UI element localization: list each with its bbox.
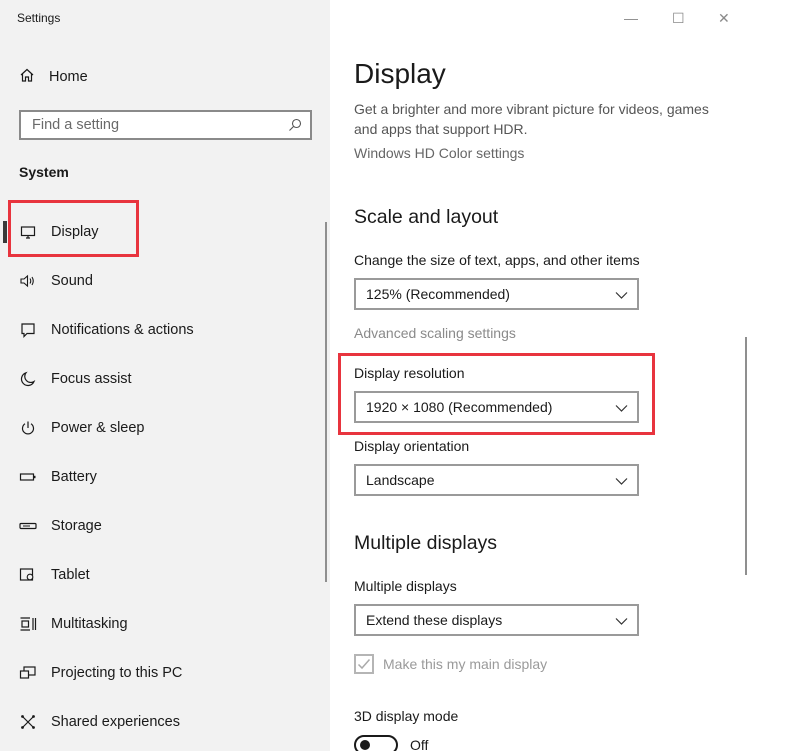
scale-value: 125% (Recommended) bbox=[366, 286, 510, 302]
multiple-displays-dropdown[interactable]: Extend these displays bbox=[354, 604, 639, 636]
chevron-down-icon bbox=[615, 288, 628, 304]
sidebar-item-label: Focus assist bbox=[51, 370, 132, 387]
sidebar-item-label: Multitasking bbox=[51, 615, 128, 632]
search-box[interactable] bbox=[19, 110, 312, 140]
sidebar-item-shared-experiences[interactable]: Shared experiences bbox=[0, 697, 320, 746]
checkmark-icon bbox=[357, 659, 371, 670]
tablet-icon bbox=[19, 566, 37, 584]
shared-icon bbox=[19, 713, 37, 731]
sidebar-item-display[interactable]: Display bbox=[0, 207, 320, 256]
sidebar-item-label: Display bbox=[51, 223, 99, 240]
sidebar-item-sound[interactable]: Sound bbox=[0, 256, 320, 305]
advanced-scaling-link[interactable]: Advanced scaling settings bbox=[354, 325, 516, 341]
sidebar-item-multitasking[interactable]: Multitasking bbox=[0, 599, 320, 648]
sidebar-item-battery[interactable]: Battery bbox=[0, 452, 320, 501]
scale-dropdown[interactable]: 125% (Recommended) bbox=[354, 278, 639, 310]
multitasking-icon bbox=[19, 615, 37, 633]
main-display-checkbox[interactable] bbox=[354, 654, 374, 674]
page-title: Display bbox=[354, 58, 446, 89]
sidebar-home[interactable]: Home bbox=[19, 64, 309, 90]
maximize-button[interactable]: ☐ bbox=[672, 10, 685, 26]
hdr-description: Get a brighter and more vibrant picture … bbox=[354, 101, 709, 137]
search-icon[interactable] bbox=[288, 118, 302, 137]
resolution-dropdown[interactable]: 1920 × 1080 (Recommended) bbox=[354, 391, 639, 423]
sidebar-item-label: Shared experiences bbox=[51, 713, 180, 730]
monitor-icon bbox=[19, 223, 37, 241]
main-display-row: Make this my main display bbox=[354, 654, 547, 674]
projecting-icon bbox=[19, 664, 37, 682]
sidebar-item-label: Projecting to this PC bbox=[51, 664, 183, 681]
chevron-down-icon bbox=[615, 474, 628, 490]
power-icon bbox=[19, 419, 37, 437]
sidebar-item-label: Tablet bbox=[51, 566, 90, 583]
sidebar-item-notifications[interactable]: Notifications & actions bbox=[0, 305, 320, 354]
multiple-displays-heading: Multiple displays bbox=[354, 532, 498, 554]
home-icon bbox=[19, 67, 35, 88]
sidebar-item-focus-assist[interactable]: Focus assist bbox=[0, 354, 320, 403]
app-title: Settings bbox=[17, 11, 61, 25]
home-label: Home bbox=[49, 69, 88, 85]
sidebar-item-label: Storage bbox=[51, 517, 102, 534]
speaker-icon bbox=[19, 272, 37, 290]
3d-display-mode-state: Off bbox=[410, 737, 429, 751]
3d-display-mode-row: Off bbox=[354, 735, 428, 751]
orientation-label: Display orientation bbox=[354, 438, 470, 454]
sidebar-item-tablet[interactable]: Tablet bbox=[0, 550, 320, 599]
sidebar: Settings Home System Display Sound bbox=[0, 0, 330, 751]
sidebar-item-label: Notifications & actions bbox=[51, 321, 194, 338]
main-display-label: Make this my main display bbox=[383, 656, 548, 672]
sidebar-item-label: Battery bbox=[51, 468, 97, 485]
hdr-color-settings-link[interactable]: Windows HD Color settings bbox=[354, 145, 524, 161]
minimize-button[interactable]: — bbox=[624, 10, 638, 26]
orientation-dropdown[interactable]: Landscape bbox=[354, 464, 639, 496]
storage-icon bbox=[19, 517, 37, 535]
resolution-label: Display resolution bbox=[354, 365, 465, 381]
sidebar-item-projecting[interactable]: Projecting to this PC bbox=[0, 648, 320, 697]
scale-label: Change the size of text, apps, and other… bbox=[354, 252, 640, 268]
battery-icon bbox=[19, 468, 37, 486]
sidebar-nav: Display Sound Notifications & actions Fo… bbox=[0, 207, 320, 746]
multiple-displays-value: Extend these displays bbox=[366, 612, 503, 628]
sidebar-item-storage[interactable]: Storage bbox=[0, 501, 320, 550]
sidebar-scrollbar[interactable] bbox=[325, 222, 327, 582]
resolution-value: 1920 × 1080 (Recommended) bbox=[366, 399, 553, 415]
chevron-down-icon bbox=[615, 401, 628, 417]
scale-layout-heading: Scale and layout bbox=[354, 206, 499, 228]
toggle-knob bbox=[360, 740, 370, 750]
notification-icon bbox=[19, 321, 37, 339]
sidebar-item-label: Power & sleep bbox=[51, 419, 145, 436]
main-scrollbar[interactable] bbox=[745, 337, 747, 575]
chevron-down-icon bbox=[615, 614, 628, 630]
sidebar-item-label: Sound bbox=[51, 272, 93, 289]
moon-icon bbox=[19, 370, 37, 388]
search-input[interactable] bbox=[32, 117, 310, 133]
multiple-displays-label: Multiple displays bbox=[354, 578, 457, 594]
orientation-value: Landscape bbox=[366, 472, 435, 488]
3d-display-mode-label: 3D display mode bbox=[354, 708, 459, 724]
sidebar-item-power-sleep[interactable]: Power & sleep bbox=[0, 403, 320, 452]
close-button[interactable]: ✕ bbox=[718, 10, 730, 26]
3d-display-mode-toggle[interactable] bbox=[354, 735, 398, 751]
section-label-system: System bbox=[19, 164, 69, 180]
